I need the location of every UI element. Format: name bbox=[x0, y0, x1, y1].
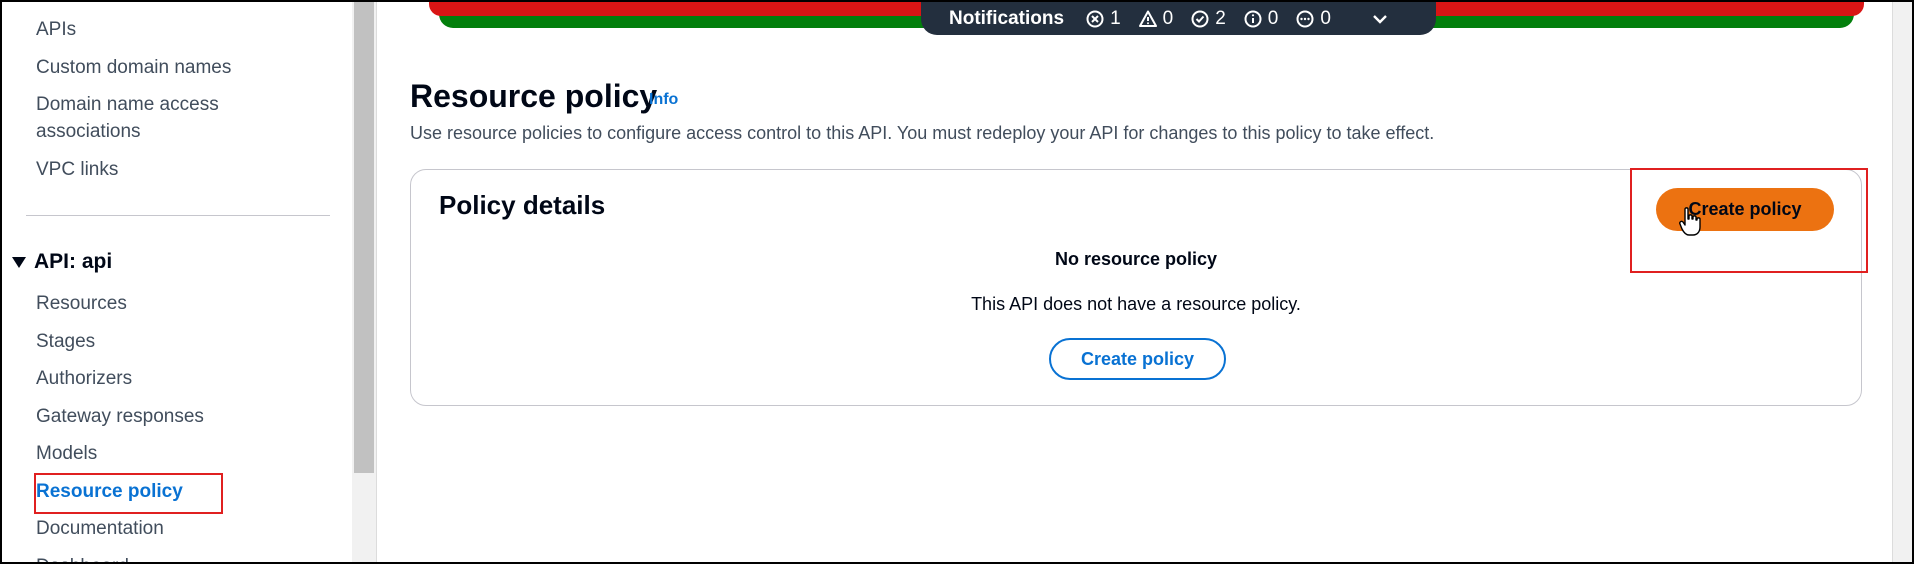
sidebar-section-label: API: api bbox=[34, 250, 113, 273]
sidebar-item-custom-domain-names[interactable]: Custom domain names bbox=[36, 54, 231, 81]
warning-icon bbox=[1138, 10, 1157, 27]
success-icon bbox=[1191, 10, 1209, 27]
sidebar-item-dashboard[interactable]: Dashboard bbox=[36, 553, 129, 562]
sidebar-item-resources[interactable]: Resources bbox=[36, 290, 127, 317]
card-title: Policy details bbox=[439, 190, 606, 220]
create-policy-button-empty[interactable]: Create policy bbox=[1049, 338, 1226, 380]
notifications-bar[interactable]: Notifications 1 0 2 0 0 bbox=[921, 2, 1436, 35]
error-count: 1 bbox=[1086, 8, 1121, 30]
flashbar-stack[interactable]: Notifications 1 0 2 0 0 bbox=[419, 2, 1874, 35]
error-count-value: 1 bbox=[1110, 7, 1121, 29]
policy-details-container: Policy details Create policy No resource… bbox=[410, 169, 1862, 406]
sidebar-item-documentation[interactable]: Documentation bbox=[36, 515, 164, 542]
page-description: Use resource policies to configure acces… bbox=[410, 123, 1435, 143]
info-count-value: 0 bbox=[1267, 7, 1279, 29]
warning-count: 0 bbox=[1138, 7, 1174, 30]
sidebar-item-apis[interactable]: APIs bbox=[36, 16, 76, 43]
sidebar-scrollbar[interactable] bbox=[352, 2, 377, 562]
in-progress-count-value: 0 bbox=[1320, 7, 1331, 29]
info-link[interactable]: Info bbox=[649, 91, 678, 109]
empty-state-title: No resource policy bbox=[1054, 249, 1218, 269]
in-progress-count: 0 bbox=[1296, 8, 1331, 30]
sidebar-item-resource-policy[interactable]: Resource policy bbox=[36, 478, 183, 505]
page-scrollbar[interactable] bbox=[1892, 2, 1912, 562]
empty-state-description: This API does not have a resource policy… bbox=[971, 294, 1301, 314]
side-navigation: APIs Custom domain names Domain name acc… bbox=[2, 2, 352, 562]
sidebar-item-stages[interactable]: Stages bbox=[36, 328, 95, 355]
main-content: Notifications 1 0 2 0 0 Resource policy … bbox=[377, 2, 1897, 562]
error-icon bbox=[1086, 10, 1104, 27]
info-count: 0 bbox=[1244, 7, 1279, 30]
sidebar-item-authorizers[interactable]: Authorizers bbox=[36, 365, 132, 392]
success-count-value: 2 bbox=[1215, 7, 1226, 29]
browser-viewport: APIs Custom domain names Domain name acc… bbox=[0, 0, 1914, 564]
sidebar-section-api[interactable]: API: api bbox=[12, 250, 112, 274]
sidebar-divider bbox=[26, 215, 330, 216]
sidebar-item-gateway-responses[interactable]: Gateway responses bbox=[36, 403, 204, 430]
warning-count-value: 0 bbox=[1162, 7, 1174, 29]
success-count: 2 bbox=[1191, 8, 1226, 30]
notifications-title: Notifications bbox=[949, 7, 1065, 29]
info-icon bbox=[1244, 10, 1262, 27]
in-progress-icon bbox=[1296, 10, 1314, 27]
page-title: Resource policy bbox=[410, 78, 658, 114]
sidebar-item-models[interactable]: Models bbox=[36, 440, 97, 467]
sidebar-item-vpc-links[interactable]: VPC links bbox=[36, 156, 118, 183]
chevron-down-icon[interactable] bbox=[1371, 13, 1389, 25]
hand-cursor-icon bbox=[1679, 207, 1701, 236]
sidebar-scrollbar-thumb[interactable] bbox=[354, 2, 374, 473]
caret-down-icon bbox=[12, 256, 26, 268]
sidebar-item-domain-name-access-associations[interactable]: Domain name access associations bbox=[36, 91, 276, 145]
